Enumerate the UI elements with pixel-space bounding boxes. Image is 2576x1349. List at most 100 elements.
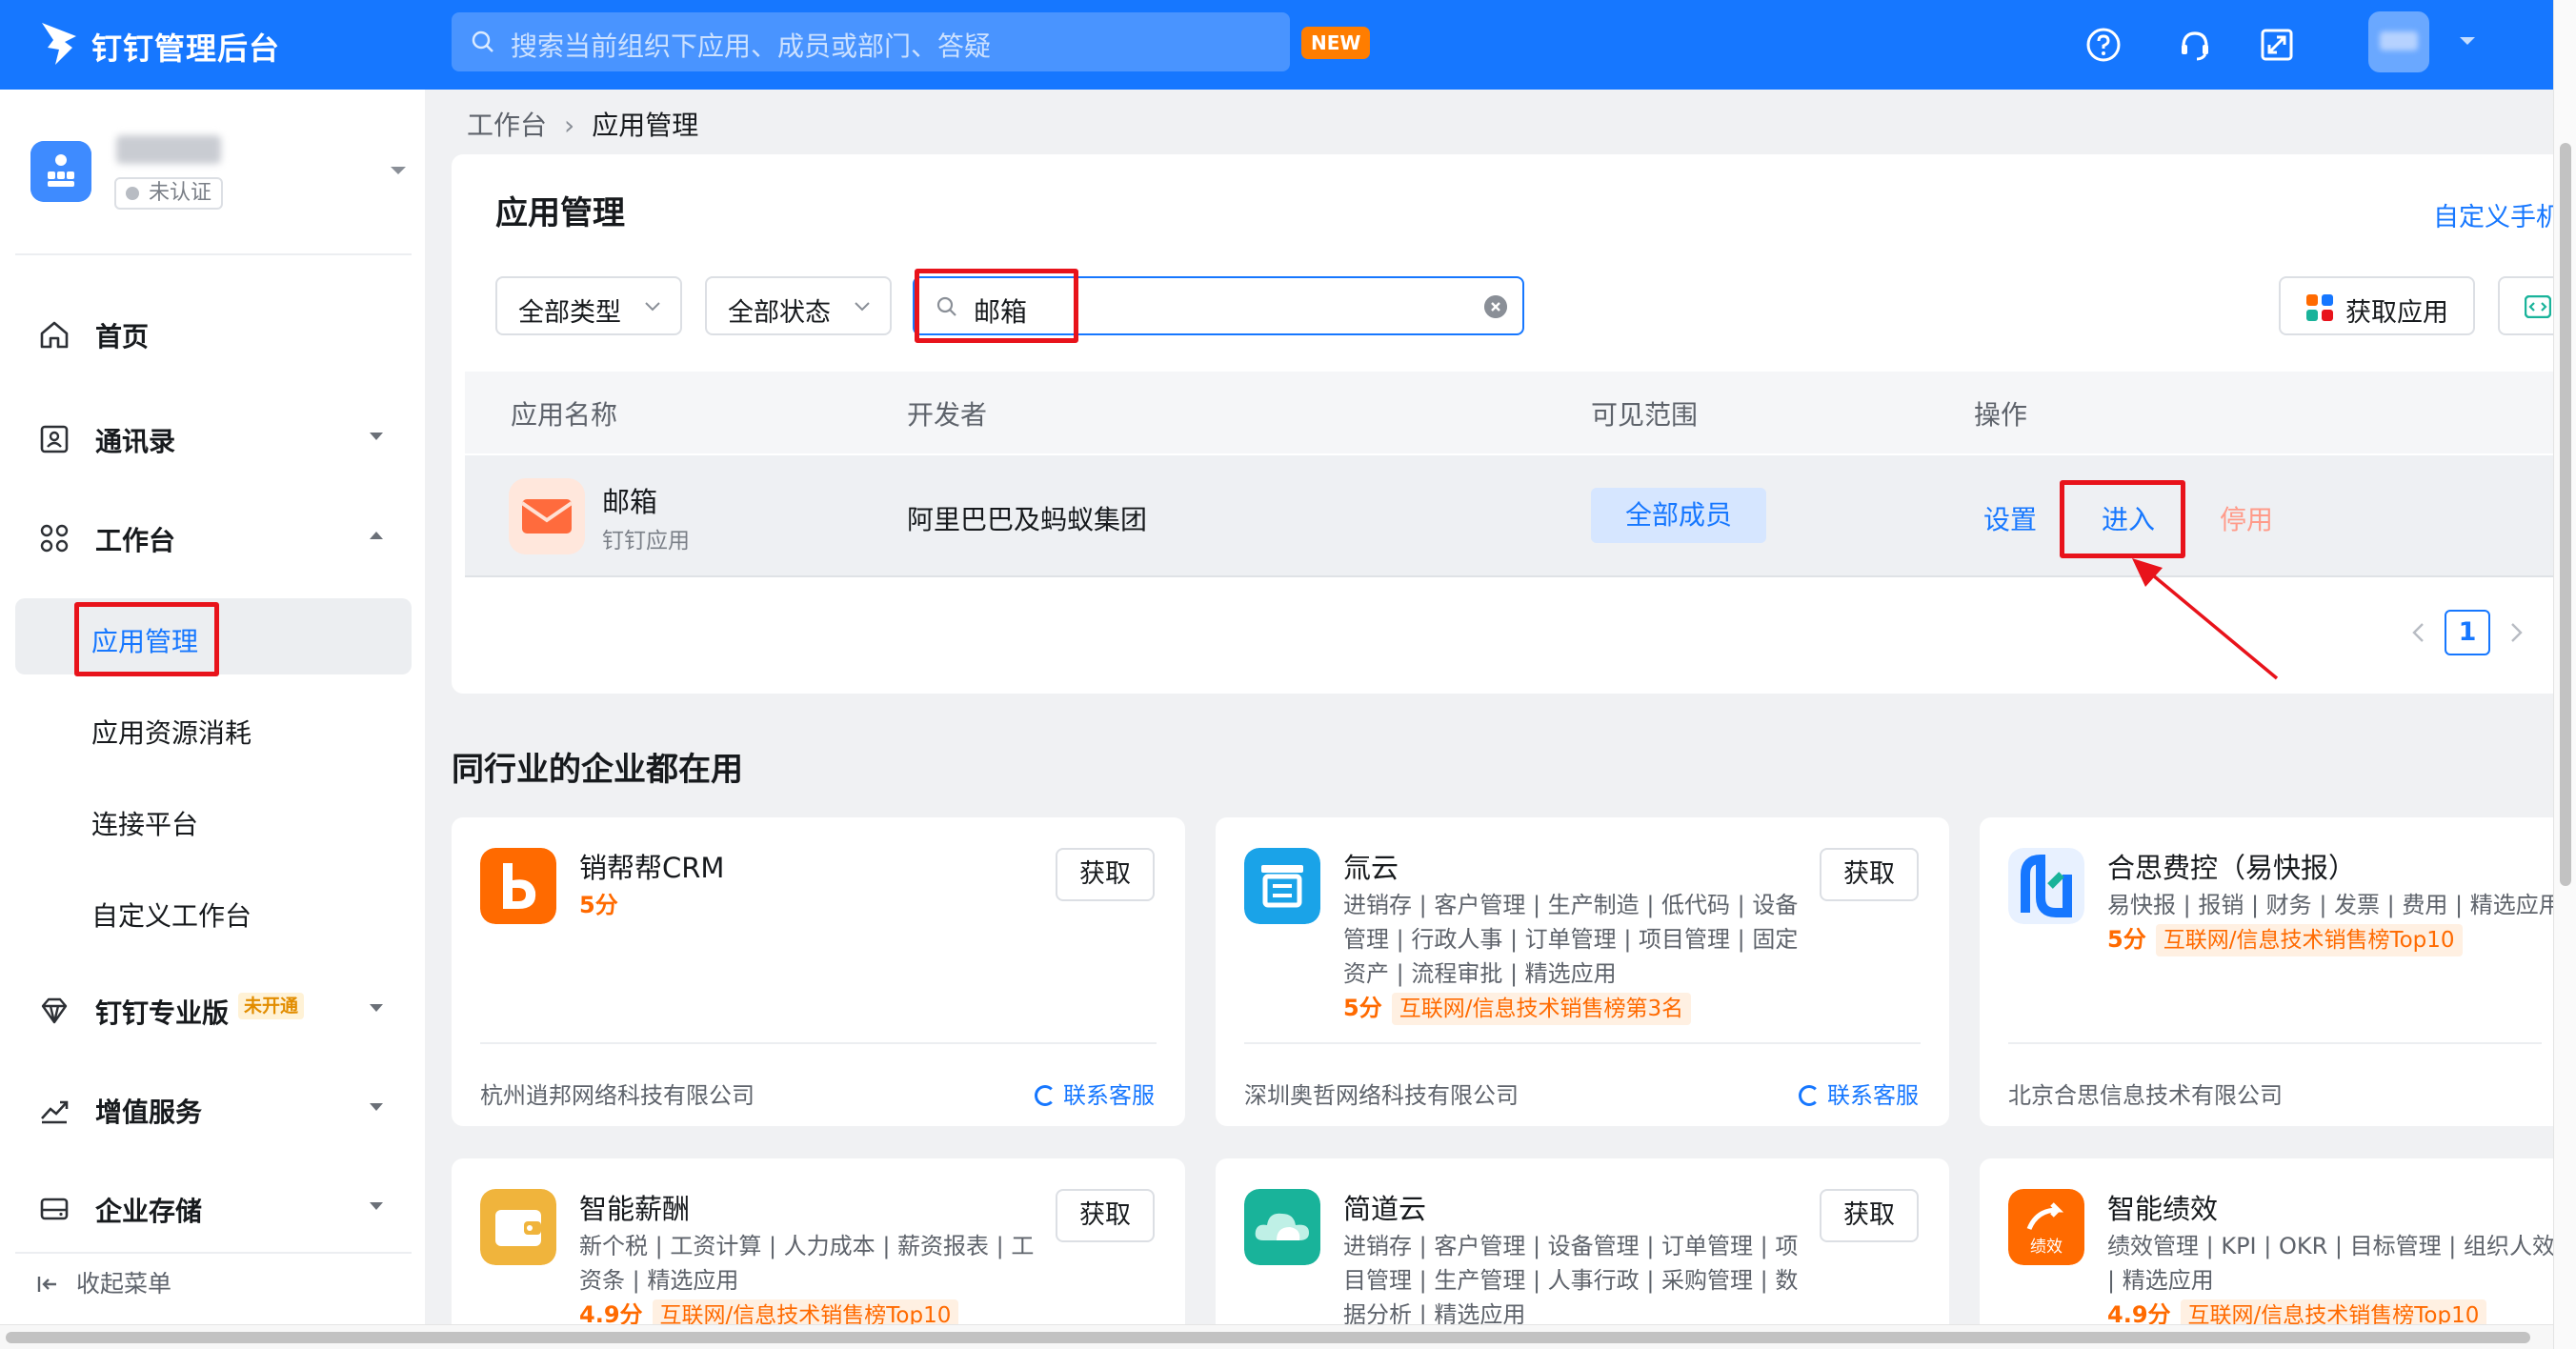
not-activated-badge: 未开通	[238, 993, 305, 1019]
storage-icon	[40, 1198, 69, 1220]
caret-up-icon	[370, 532, 383, 539]
help-icon[interactable]	[2084, 26, 2123, 64]
scrollbar-thumb[interactable]	[2560, 143, 2571, 886]
rating-score: 4.9分	[579, 1301, 643, 1324]
type-filter-select[interactable]: 全部类型	[495, 276, 682, 335]
rank-badge: 互联网/信息技术销售榜第3名	[1391, 993, 1692, 1025]
vertical-scrollbar-track[interactable]	[2553, 0, 2576, 1349]
cloud-icon	[1244, 1189, 1320, 1265]
custom-mobile-link[interactable]: 自定义手机	[2433, 196, 2562, 233]
get-button[interactable]: 获取	[1056, 1189, 1155, 1242]
settings-link[interactable]: 设置	[1983, 499, 2037, 537]
new-badge: NEW	[1301, 27, 1371, 59]
recommend-section-title: 同行业的企业都在用	[452, 751, 743, 789]
get-app-button[interactable]: 获取应用	[2279, 276, 2475, 335]
app-tags: 新个税 | 工资计算 | 人力成本 | 薪资报表 | 工资条 | 精选应用	[579, 1233, 1035, 1294]
svg-text:绩效: 绩效	[2030, 1238, 2063, 1257]
page-number-current[interactable]: 1	[2445, 610, 2490, 655]
disable-link[interactable]: 停用	[2220, 499, 2273, 537]
app-card[interactable]: 合思费控（易快报） 易快报 | 报销 | 财务 | 发票 | 费用 | 精选应用…	[1980, 817, 2553, 1126]
global-search-input[interactable]: 搜索当前组织下应用、成员或部门、答疑	[452, 12, 1290, 71]
page-title: 应用管理	[495, 194, 625, 232]
get-button[interactable]: 获取	[1056, 848, 1155, 901]
performance-logo-icon: 绩效	[2008, 1189, 2084, 1265]
certification-tag: 未认证	[114, 177, 224, 210]
nav-pro[interactable]: 钉钉专业版	[0, 976, 425, 1042]
caret-down-icon[interactable]	[2458, 34, 2477, 48]
nav-contacts[interactable]: 通讯录	[0, 404, 425, 471]
column-header: 操作	[1974, 399, 2028, 431]
rating-score: 5分	[579, 892, 618, 918]
column-header: 可见范围	[1591, 399, 1699, 431]
rank-badge: 互联网/信息技术销售榜Top10	[652, 1299, 959, 1324]
trend-icon	[41, 1100, 69, 1124]
nav-storage[interactable]: 企业存储	[0, 1174, 425, 1240]
get-button[interactable]: 获取	[1820, 1189, 1919, 1242]
company-name: 北京合思信息技术有限公司	[2008, 1082, 2283, 1109]
status-filter-select[interactable]: 全部状态	[705, 276, 892, 335]
xiaobangbang-logo-icon	[480, 848, 556, 924]
next-page-icon[interactable]	[2506, 619, 2526, 646]
code-icon	[2525, 295, 2551, 318]
scrollbar-thumb[interactable]	[6, 1332, 2530, 1343]
home-icon	[40, 321, 69, 349]
app-card[interactable]: 智能薪酬 新个税 | 工资计算 | 人力成本 | 薪资报表 | 工资条 | 精选…	[452, 1158, 1185, 1324]
prev-page-icon[interactable]	[2408, 619, 2429, 646]
app-card[interactable]: 氚云 进销存 | 客户管理 | 生产制造 | 低代码 | 设备管理 | 行政人事…	[1216, 817, 1949, 1126]
nav-home[interactable]: 首页	[0, 299, 425, 366]
headset-icon	[1799, 1085, 1820, 1106]
scope-tag[interactable]: 全部成员	[1591, 488, 1766, 543]
highlight-box	[74, 602, 219, 676]
contact-service-link[interactable]: 联系客服	[1035, 1077, 1155, 1110]
rating-score: 5分	[1343, 995, 1382, 1021]
caret-down-icon	[370, 1202, 383, 1210]
nav-workbench[interactable]: 工作台	[0, 503, 425, 570]
caret-down-icon[interactable]	[389, 164, 408, 177]
headset-icon	[1035, 1085, 1056, 1106]
dingtalk-logo-icon	[42, 23, 76, 65]
brand-title[interactable]: 钉钉管理后台	[91, 25, 280, 69]
divider	[2008, 1042, 2542, 1044]
chevron-right-icon: ›	[564, 110, 575, 141]
sub-nav-connect[interactable]: 连接平台	[15, 781, 412, 857]
sub-nav-resource[interactable]: 应用资源消耗	[15, 690, 412, 766]
app-tags: 绩效管理 | KPI | OKR | 目标管理 | 组织人效 | 精选应用	[2107, 1233, 2553, 1294]
breadcrumb-root[interactable]: 工作台	[467, 110, 547, 141]
org-name-blurred[interactable]	[116, 135, 221, 164]
app-grid-icon	[2306, 294, 2333, 321]
annotation-arrow-icon	[2132, 558, 2279, 680]
app-subtitle: 钉钉应用	[602, 529, 690, 554]
mail-icon	[509, 478, 585, 554]
clear-icon[interactable]	[1484, 295, 1507, 318]
developer-name: 阿里巴巴及蚂蚁集团	[907, 504, 1148, 535]
rank-badge: 互联网/信息技术销售榜Top10	[2155, 924, 2463, 956]
company-name: 杭州逍邦网络科技有限公司	[480, 1082, 755, 1109]
app-name[interactable]: 邮箱	[602, 480, 657, 520]
horizontal-scrollbar-track[interactable]	[0, 1324, 2553, 1349]
caret-down-icon	[370, 1004, 383, 1012]
contact-service-link[interactable]: 联系客服	[1799, 1077, 1919, 1110]
collapse-menu-button[interactable]: 收起菜单	[36, 1265, 171, 1299]
divider	[1244, 1042, 1921, 1044]
app-tags: 进销存 | 客户管理 | 生产制造 | 低代码 | 设备管理 | 行政人事 | …	[1343, 892, 1799, 987]
divider	[480, 1042, 1157, 1044]
divider	[15, 253, 412, 255]
divider	[15, 1252, 412, 1254]
customer-service-icon[interactable]	[2176, 26, 2214, 64]
caret-down-icon	[370, 1103, 383, 1111]
user-avatar[interactable]	[2368, 11, 2429, 72]
highlight-box	[915, 269, 1078, 343]
app-card[interactable]: 简道云 进销存 | 客户管理 | 设备管理 | 订单管理 | 项目管理 | 生产…	[1216, 1158, 1949, 1324]
chevron-down-icon	[645, 302, 660, 312]
app-card[interactable]: 绩效 智能绩效 绩效管理 | KPI | OKR | 目标管理 | 组织人效 |…	[1980, 1158, 2553, 1324]
get-button[interactable]: 获取	[1820, 848, 1919, 901]
app-tags: 进销存 | 客户管理 | 设备管理 | 订单管理 | 项目管理 | 生产管理 |…	[1343, 1233, 1799, 1324]
app-card[interactable]: 销帮帮CRM 5分 获取 杭州逍邦网络科技有限公司 联系客服	[452, 817, 1185, 1126]
nav-value-added[interactable]: 增值服务	[0, 1075, 425, 1141]
workbench-grid-icon	[40, 524, 69, 553]
table-header: 应用名称 开发者 可见范围 操作	[465, 372, 2553, 453]
fullscreen-icon[interactable]	[2258, 26, 2296, 64]
search-placeholder: 搜索当前组织下应用、成员或部门、答疑	[511, 30, 992, 62]
hesi-logo-icon	[2008, 848, 2084, 924]
sub-nav-custom-workbench[interactable]: 自定义工作台	[15, 873, 412, 949]
